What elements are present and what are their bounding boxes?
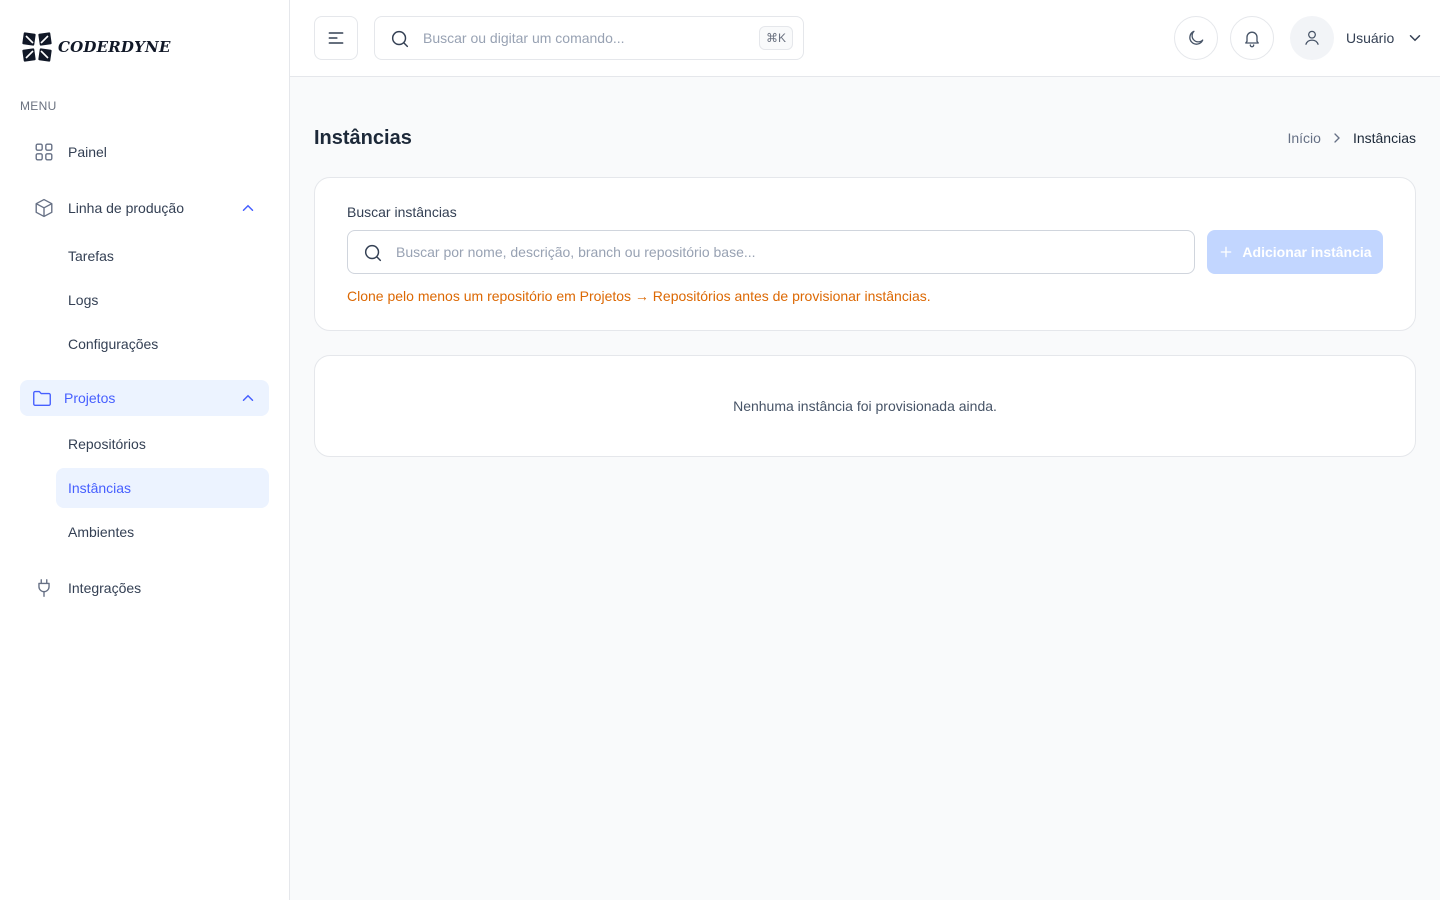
brand-name: CODERDYNE bbox=[58, 38, 171, 56]
sidebar-toggle-button[interactable] bbox=[314, 16, 358, 60]
command-search-input[interactable] bbox=[423, 17, 743, 59]
sidebar-subitem-logs[interactable]: Logs bbox=[56, 280, 269, 320]
sidebar-subitem-instancias[interactable]: Instâncias bbox=[56, 468, 269, 508]
breadcrumb-home-link[interactable]: Início bbox=[1287, 130, 1320, 146]
sidebar-subitem-tarefas[interactable]: Tarefas bbox=[56, 236, 269, 276]
menu-icon bbox=[328, 32, 344, 44]
notifications-button[interactable] bbox=[1230, 16, 1274, 60]
instance-search-field[interactable] bbox=[347, 230, 1195, 274]
logo-icon bbox=[22, 32, 52, 62]
warning-message: Clone pelo menos um repositório em Proje… bbox=[347, 288, 931, 304]
sidebar-item-label: Projetos bbox=[64, 390, 116, 406]
box-icon bbox=[32, 196, 56, 220]
folder-icon bbox=[30, 386, 54, 410]
sidebar-subitem-repositorios[interactable]: Repositórios bbox=[56, 424, 269, 464]
sidebar-item-label: Integrações bbox=[68, 580, 142, 596]
shortcut-badge: ⌘K bbox=[758, 26, 793, 50]
sidebar-item-label: Linha de produção bbox=[68, 200, 184, 216]
chevron-down-icon bbox=[1410, 35, 1421, 42]
instance-search-input[interactable] bbox=[396, 231, 1176, 273]
sidebar-subitem-configuracoes[interactable]: Configurações bbox=[56, 324, 269, 364]
theme-toggle-button[interactable] bbox=[1174, 16, 1218, 60]
sidebar-item-projetos[interactable]: Projetos bbox=[20, 380, 269, 416]
add-instance-button[interactable]: Adicionar instância bbox=[1207, 230, 1383, 274]
user-menu[interactable]: Usuário bbox=[1290, 16, 1424, 60]
empty-state-card: Nenhuma instância foi provisionada ainda… bbox=[314, 355, 1416, 457]
sidebar: CODERDYNE MENU Painel Linha de produção … bbox=[0, 0, 290, 900]
chevron-up-icon bbox=[242, 204, 254, 211]
empty-state-message: Nenhuma instância foi provisionada ainda… bbox=[733, 398, 997, 414]
moon-icon bbox=[1189, 30, 1204, 45]
add-instance-label: Adicionar instância bbox=[1242, 244, 1372, 260]
chevron-right-icon bbox=[1334, 133, 1340, 143]
search-icon bbox=[391, 30, 409, 48]
bell-icon bbox=[1245, 31, 1259, 48]
brand-logo[interactable]: CODERDYNE bbox=[22, 32, 171, 62]
command-search[interactable]: ⌘K bbox=[374, 16, 804, 60]
search-instances-label: Buscar instâncias bbox=[347, 204, 457, 220]
search-card: Buscar instâncias Adicionar instância Cl… bbox=[314, 177, 1416, 331]
plug-icon bbox=[32, 576, 56, 600]
user-name: Usuário bbox=[1346, 30, 1395, 46]
user-icon bbox=[1305, 30, 1319, 45]
avatar bbox=[1290, 16, 1334, 60]
sidebar-item-linha-de-producao[interactable]: Linha de produção bbox=[20, 188, 269, 228]
menu-section-label: MENU bbox=[20, 99, 57, 113]
plus-icon bbox=[1221, 246, 1232, 258]
page-title: Instâncias bbox=[314, 127, 412, 149]
sidebar-subitem-ambientes[interactable]: Ambientes bbox=[56, 512, 269, 552]
top-header: ⌘K Usuário bbox=[290, 0, 1440, 77]
search-icon bbox=[364, 244, 382, 262]
breadcrumb: Início Instâncias bbox=[1287, 130, 1416, 146]
grid-icon bbox=[32, 140, 56, 164]
sidebar-item-painel[interactable]: Painel bbox=[20, 132, 269, 172]
sidebar-item-integracoes[interactable]: Integrações bbox=[20, 568, 269, 608]
sidebar-item-label: Painel bbox=[68, 144, 107, 160]
chevron-up-icon bbox=[242, 394, 254, 401]
breadcrumb-current: Instâncias bbox=[1352, 130, 1416, 146]
